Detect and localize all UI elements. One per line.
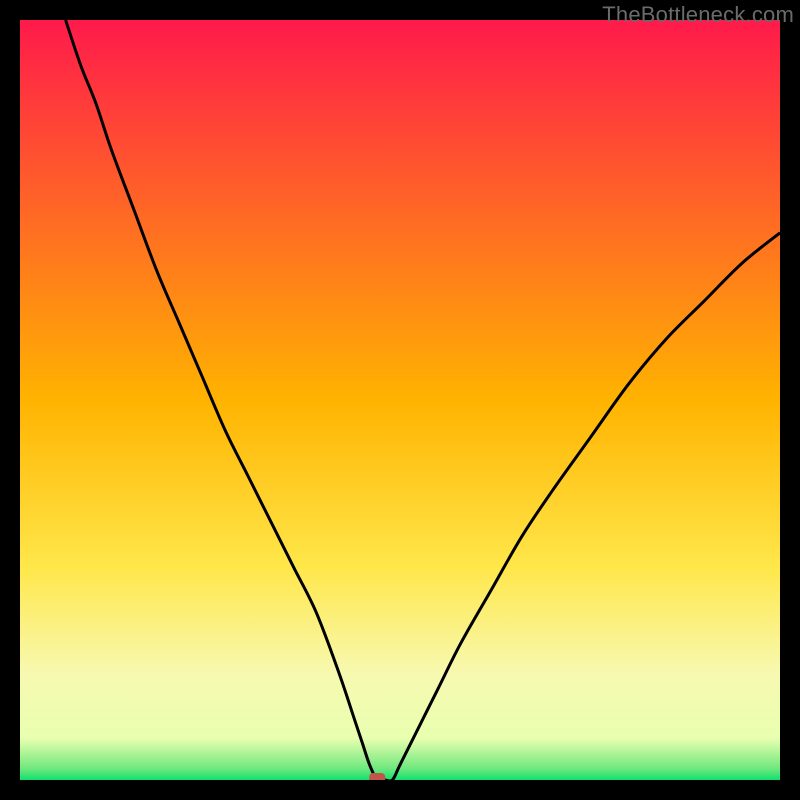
optimum-marker [369, 773, 385, 780]
chart-frame [20, 20, 780, 780]
chart-svg [20, 20, 780, 780]
watermark-text: TheBottleneck.com [602, 2, 794, 28]
chart-background [20, 20, 780, 780]
